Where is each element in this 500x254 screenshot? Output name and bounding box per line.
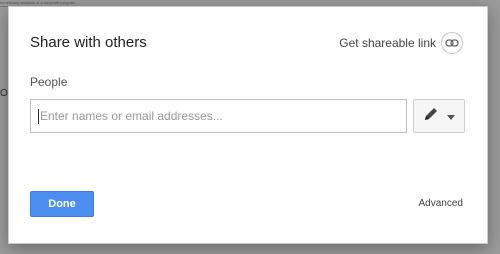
people-label: People <box>30 75 68 89</box>
get-shareable-link-button[interactable]: Get shareable link <box>339 32 463 54</box>
advanced-link[interactable]: Advanced <box>419 198 463 209</box>
chevron-down-icon <box>447 107 455 125</box>
shareable-link-label: Get shareable link <box>339 36 436 50</box>
dialog-title: Share with others <box>30 34 147 51</box>
link-icon[interactable] <box>441 32 463 54</box>
people-input-box[interactable] <box>30 99 407 133</box>
done-button[interactable]: Done <box>30 191 94 217</box>
people-input[interactable] <box>40 109 400 123</box>
permission-dropdown-button[interactable] <box>413 99 465 133</box>
pencil-icon <box>423 106 439 127</box>
text-caret <box>38 108 39 124</box>
share-dialog: Share with others Get shareable link Peo… <box>8 6 488 244</box>
